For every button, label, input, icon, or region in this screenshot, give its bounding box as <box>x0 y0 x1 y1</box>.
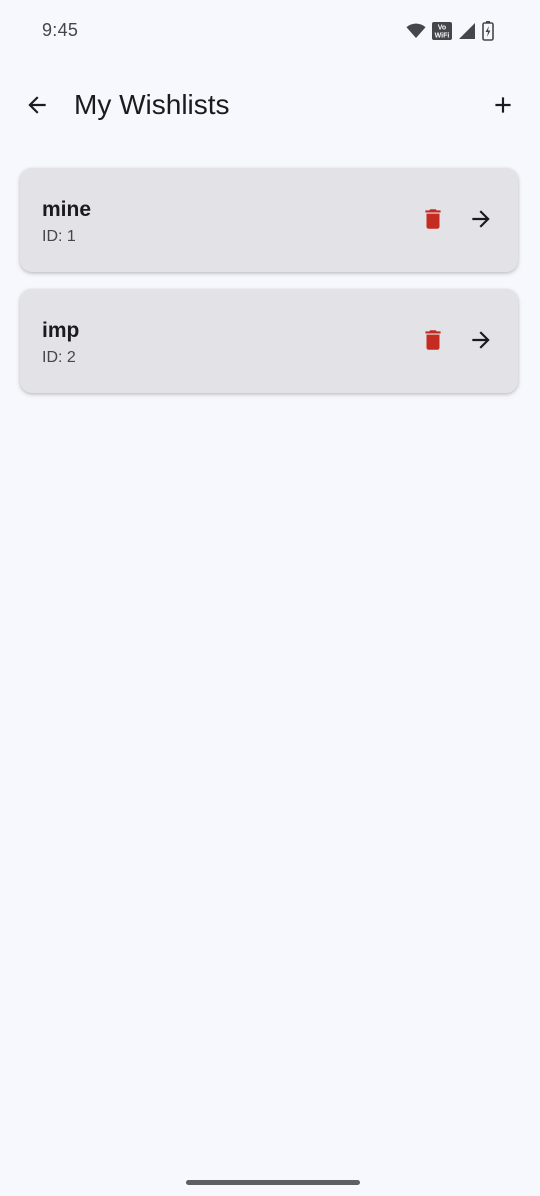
battery-charging-icon <box>482 21 494 41</box>
vowifi-label-bottom: WiFi <box>435 33 450 40</box>
wishlist-name: imp <box>42 319 80 342</box>
arrow-forward-icon <box>472 331 490 349</box>
status-icons: Vo WiFi <box>406 21 494 41</box>
vowifi-label-top: Vo <box>438 25 446 32</box>
delete-wishlist-button[interactable] <box>414 321 452 359</box>
wishlist-card[interactable]: imp ID: 2 <box>20 289 518 393</box>
wishlist-id: ID: 2 <box>42 349 76 366</box>
home-indicator[interactable] <box>186 1180 360 1185</box>
status-bar: 9:45 Vo WiFi <box>0 0 540 62</box>
vowifi-icon: Vo WiFi <box>432 22 452 40</box>
back-button[interactable] <box>16 84 58 126</box>
open-wishlist-button[interactable] <box>462 321 500 359</box>
plus-icon <box>495 97 511 113</box>
wifi-icon <box>406 23 426 38</box>
app-bar: My Wishlists <box>0 72 540 138</box>
add-wishlist-button[interactable] <box>482 84 524 126</box>
cellular-signal-icon <box>459 23 475 39</box>
trash-icon <box>425 209 441 229</box>
open-wishlist-button[interactable] <box>462 200 500 238</box>
page-title: My Wishlists <box>74 89 230 120</box>
wishlist-name: mine <box>42 198 92 221</box>
arrow-back-icon <box>28 96 46 114</box>
wishlist-id: ID: 1 <box>42 228 76 245</box>
wishlist-card[interactable]: mine ID: 1 <box>20 168 518 272</box>
wishlist-list: mine ID: 1 imp ID: 2 <box>20 168 520 410</box>
delete-wishlist-button[interactable] <box>414 200 452 238</box>
arrow-forward-icon <box>472 210 490 228</box>
status-time: 9:45 <box>42 20 79 40</box>
trash-icon <box>425 330 441 350</box>
